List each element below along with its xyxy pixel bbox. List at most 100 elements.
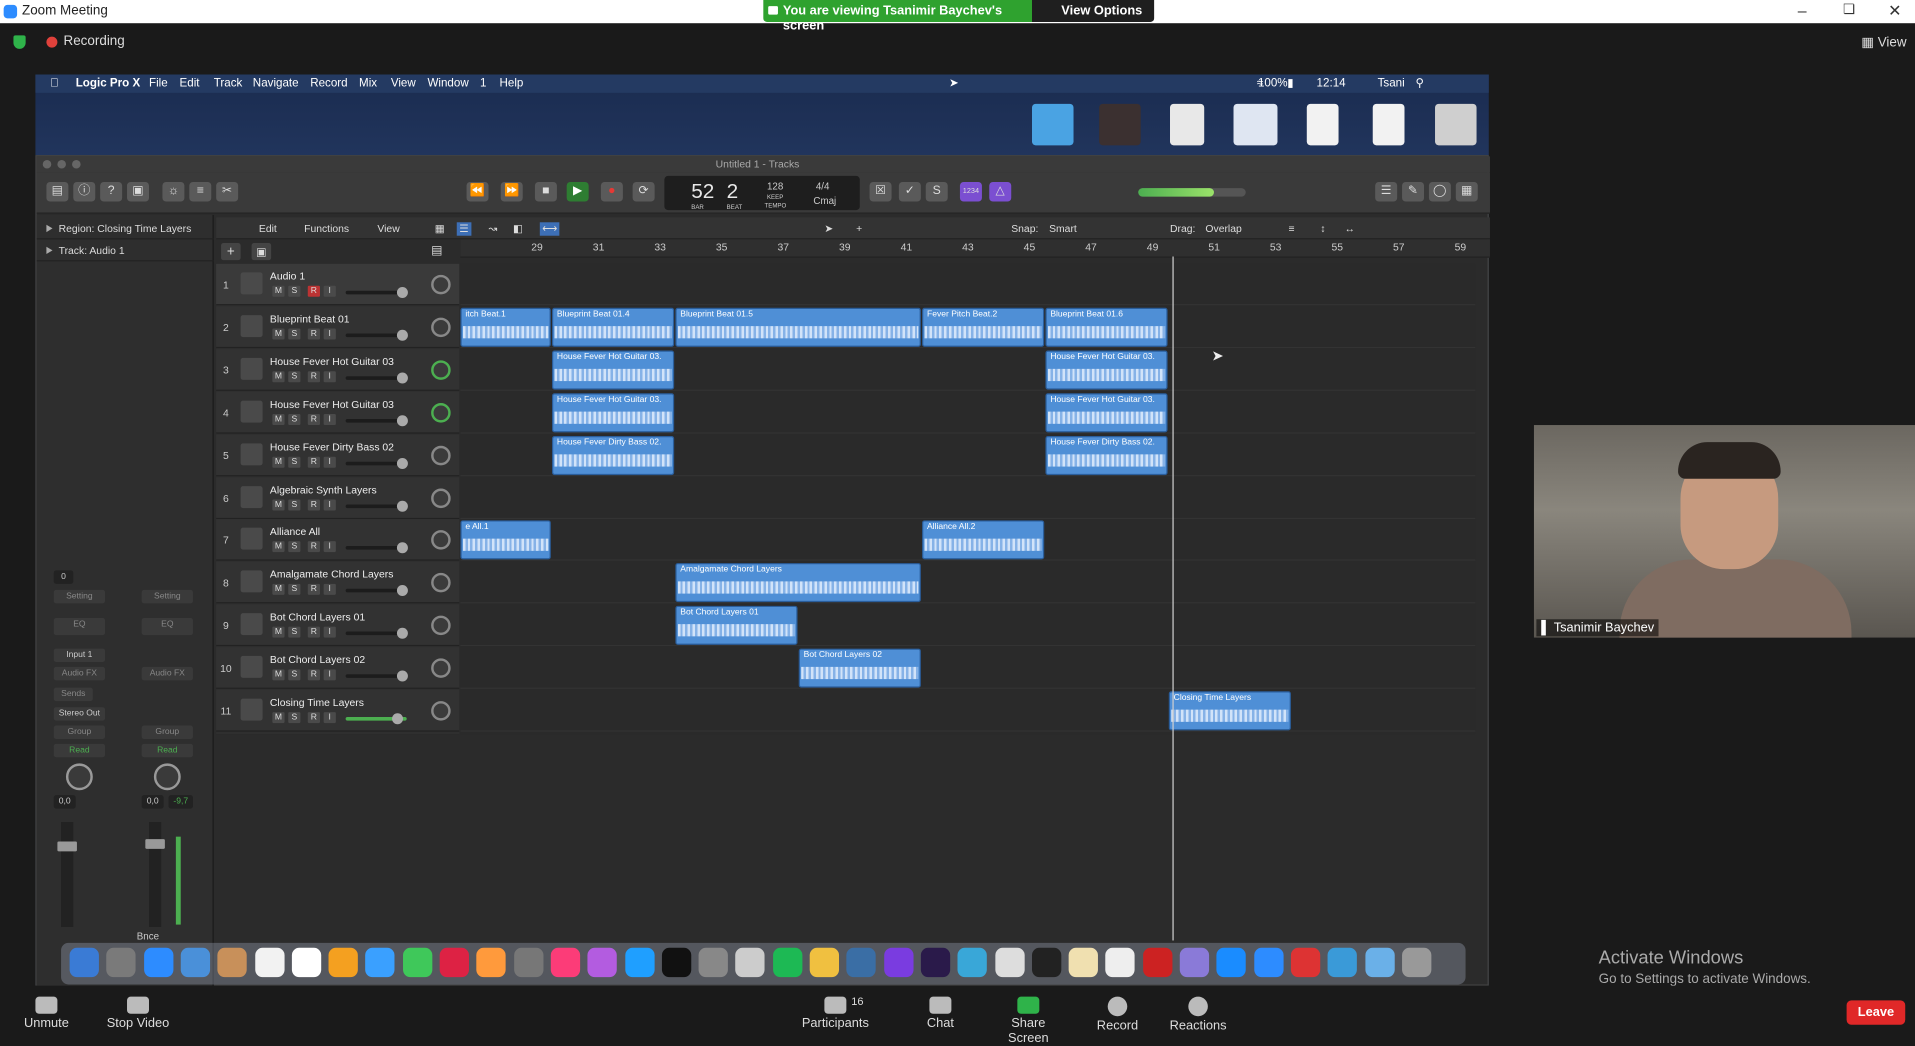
drag-select[interactable]: Overlap (1205, 222, 1241, 234)
pan-knob[interactable] (431, 445, 451, 465)
mixer-icon[interactable]: ≡ (189, 181, 212, 202)
input-monitor-button[interactable]: I (323, 328, 336, 340)
track-volume-slider[interactable] (345, 287, 408, 299)
spotify-icon[interactable] (772, 947, 803, 978)
garageband-icon[interactable] (809, 947, 840, 978)
mute-button[interactable]: M (272, 712, 285, 724)
app-store-icon[interactable] (624, 947, 655, 978)
library-icon[interactable]: ▤ (46, 181, 69, 202)
master-automation-read[interactable]: Read (141, 743, 193, 758)
grid-view-icon[interactable]: ▦ (435, 222, 445, 235)
track-header[interactable]: 8 Amalgamate Chord Layers M S R I (216, 562, 460, 604)
downloads-folder-icon[interactable] (1327, 947, 1358, 978)
numbers-icon[interactable] (846, 947, 877, 978)
track-volume-slider[interactable] (345, 329, 408, 341)
track-volume-slider[interactable] (345, 414, 408, 426)
unmute-button[interactable]: Unmute (22, 996, 71, 1031)
count-in-icon[interactable]: 1234 (959, 181, 982, 202)
audio-region[interactable]: House Fever Dirty Bass 02. (552, 435, 675, 475)
track-header[interactable]: 1 Audio 1 MSRI (216, 263, 460, 306)
pan-knob[interactable] (431, 658, 451, 678)
rewind-icon[interactable]: ⏪ (466, 181, 489, 202)
volume-handle[interactable] (392, 713, 404, 725)
pan-knob[interactable] (65, 763, 93, 791)
input-trim-value[interactable]: 0 (53, 570, 74, 584)
mute-button[interactable]: M (272, 285, 285, 297)
input-monitor-button[interactable]: I (323, 669, 336, 681)
add-track-button[interactable]: + (221, 243, 241, 261)
volume-handle[interactable] (396, 585, 408, 597)
playhead[interactable] (1172, 256, 1174, 941)
master-fader[interactable] (145, 822, 165, 928)
colorsync-icon[interactable] (476, 947, 506, 978)
track-name[interactable]: Amalgamate Chord Layers (270, 568, 393, 580)
facetime-icon[interactable] (402, 947, 432, 978)
track-lane[interactable] (460, 647, 1476, 689)
mute-button[interactable]: M (272, 584, 285, 596)
audio-region[interactable]: House Fever Hot Guitar 03. (1045, 392, 1168, 432)
notes-icon[interactable] (254, 947, 284, 978)
audio-region[interactable]: Blueprint Beat 01.6 (1045, 307, 1168, 347)
clock[interactable]: 12:14 (1317, 77, 1346, 90)
solo-button[interactable]: S (288, 413, 301, 425)
track-name[interactable]: Blueprint Beat 01 (270, 313, 350, 325)
toolbar-icon[interactable]: ▣ (127, 181, 149, 202)
calendar-icon[interactable] (291, 947, 321, 978)
audio-region[interactable]: House Fever Dirty Bass 02. (1045, 435, 1168, 475)
list-editors-icon[interactable]: ☰ (1375, 181, 1398, 202)
spreadsheet-icon[interactable] (1233, 103, 1278, 146)
audio-region[interactable]: itch Beat.1 (460, 307, 551, 347)
catch-icon[interactable]: ⟷ (539, 222, 560, 236)
zoom-icon[interactable] (1253, 947, 1284, 978)
channel-volume-value[interactable]: 0,0 (53, 795, 76, 809)
track-header[interactable]: 11 Closing Time Layers M S R I (216, 690, 460, 732)
lcd-display[interactable]: 52 2 BAR BEAT 128 KEEP TEMPO 4/4 Cmaj (664, 175, 860, 211)
volume-handle[interactable] (396, 414, 408, 426)
smart-controls-icon[interactable]: ☼ (162, 181, 185, 202)
user-menu[interactable]: Tsani (1378, 77, 1405, 90)
volume-handle[interactable] (396, 457, 408, 469)
menu-mix[interactable]: Mix (359, 77, 377, 90)
solo-button[interactable]: S (288, 626, 301, 638)
replace-icon[interactable]: ☒ (869, 181, 892, 202)
record-enable-button[interactable]: R (307, 669, 320, 681)
master-group-slot[interactable]: Group (141, 725, 193, 739)
mail-icon[interactable] (180, 947, 210, 978)
pan-knob[interactable] (431, 530, 451, 551)
audio-fx-slot[interactable]: Audio FX (53, 666, 106, 681)
menu-help[interactable]: Help (500, 77, 524, 90)
menu-logic[interactable]: Logic Pro X (76, 77, 140, 90)
volume-handle[interactable] (396, 329, 408, 341)
menu-file[interactable]: File (149, 77, 168, 90)
solo-button[interactable]: S (288, 371, 301, 383)
audio-region[interactable]: House Fever Hot Guitar 03. (1045, 350, 1168, 390)
pan-knob[interactable] (431, 573, 451, 593)
snap-select[interactable]: Smart (1049, 222, 1077, 234)
menu-edit[interactable]: Edit (180, 77, 200, 90)
track-lane[interactable] (460, 477, 1476, 519)
audio-region[interactable]: Bot Chord Layers 01 (675, 606, 798, 646)
menu-navigate[interactable]: Navigate (253, 77, 299, 90)
track-volume-slider[interactable] (345, 670, 408, 682)
leave-button[interactable]: Leave (1846, 1000, 1906, 1025)
mute-button[interactable]: M (272, 413, 285, 425)
audio-region[interactable]: e All.1 (460, 520, 551, 560)
volume-handle[interactable] (396, 628, 408, 640)
track-volume-slider[interactable] (345, 628, 408, 640)
input-monitor-button[interactable]: I (323, 371, 336, 383)
minimize-icon[interactable]: – (1798, 1, 1807, 19)
audio-region[interactable]: Bot Chord Layers 02 (798, 648, 921, 688)
track-lane[interactable] (460, 690, 1476, 732)
quick-help-icon[interactable]: ? (100, 181, 123, 202)
audio-region[interactable]: Blueprint Beat 01.5 (675, 307, 921, 347)
mute-button[interactable]: M (272, 541, 285, 553)
track-name[interactable]: Audio 1 (270, 270, 305, 282)
podcasts-icon[interactable] (587, 947, 617, 978)
track-name[interactable]: House Fever Hot Guitar 03 (270, 355, 394, 367)
track-volume-slider[interactable] (345, 585, 408, 597)
mute-button[interactable]: M (272, 328, 285, 340)
pointer-tool-icon[interactable]: ➤ (824, 222, 833, 235)
battery-icon[interactable]: ▮ (1287, 77, 1293, 90)
master-pan-knob[interactable] (153, 763, 181, 791)
input-slot[interactable]: Input 1 (53, 648, 106, 662)
